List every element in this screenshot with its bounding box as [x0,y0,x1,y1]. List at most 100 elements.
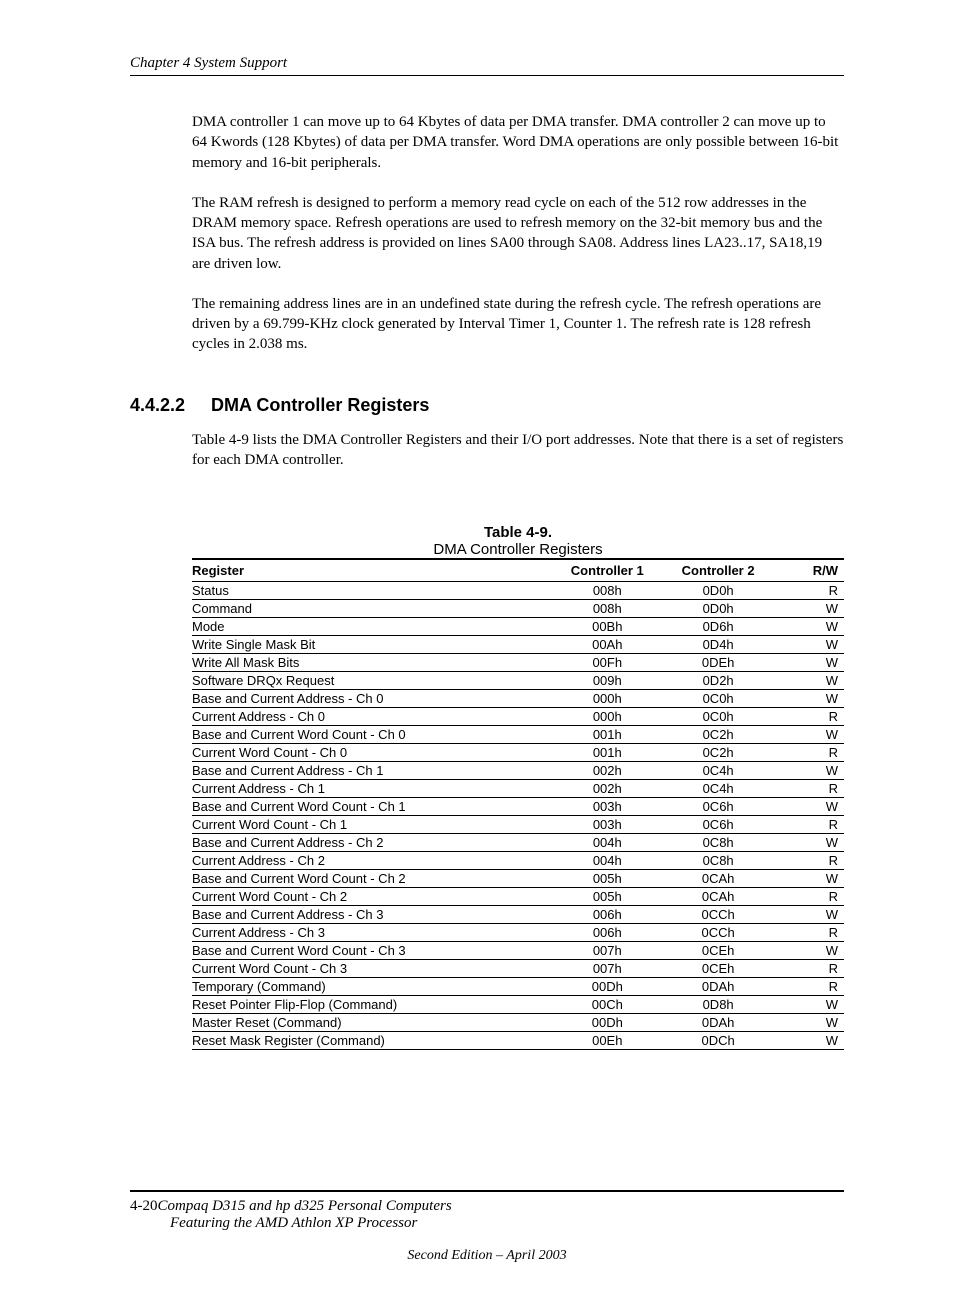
cell-controller-1: 003h [557,816,661,834]
cell-controller-2: 0C8h [661,852,778,870]
table-row: Base and Current Word Count - Ch 1003h0C… [192,798,844,816]
cell-controller-2: 0DAh [661,978,778,996]
cell-rw: W [779,942,844,960]
cell-rw: W [779,618,844,636]
table-row: Current Word Count - Ch 0001h0C2hR [192,744,844,762]
cell-controller-1: 006h [557,906,661,924]
cell-controller-2: 0D0h [661,600,778,618]
table-row: Base and Current Word Count - Ch 3007h0C… [192,942,844,960]
cell-rw: W [779,636,844,654]
cell-register: Mode [192,618,557,636]
cell-controller-2: 0D4h [661,636,778,654]
cell-rw: R [779,708,844,726]
table-row: Base and Current Address - Ch 3006h0CChW [192,906,844,924]
footer-title-1: Compaq D315 and hp d325 Personal Compute… [158,1198,452,1214]
cell-rw: W [779,834,844,852]
cell-controller-2: 0CCh [661,906,778,924]
cell-register: Base and Current Word Count - Ch 1 [192,798,557,816]
cell-rw: R [779,852,844,870]
cell-controller-2: 0DAh [661,1014,778,1032]
cell-controller-1: 007h [557,960,661,978]
cell-rw: R [779,780,844,798]
cell-controller-2: 0D8h [661,996,778,1014]
th-register: Register [192,559,557,582]
cell-register: Current Word Count - Ch 1 [192,816,557,834]
cell-controller-1: 008h [557,582,661,600]
cell-register: Base and Current Address - Ch 3 [192,906,557,924]
footer-edition: Second Edition – April 2003 [130,1248,844,1264]
table-row: Master Reset (Command)00Dh0DAhW [192,1014,844,1032]
cell-rw: W [779,1032,844,1050]
cell-controller-1: 00Bh [557,618,661,636]
table-row: Reset Pointer Flip-Flop (Command)00Ch0D8… [192,996,844,1014]
section-number: 4.4.2.2 [130,395,206,416]
cell-rw: R [779,960,844,978]
cell-rw: R [779,816,844,834]
cell-controller-1: 004h [557,852,661,870]
cell-controller-1: 003h [557,798,661,816]
cell-controller-2: 0C4h [661,762,778,780]
table-row: Base and Current Address - Ch 2004h0C8hW [192,834,844,852]
cell-controller-1: 002h [557,780,661,798]
table-row: Reset Mask Register (Command)00Eh0DChW [192,1032,844,1050]
page-number: 4-20 [130,1198,158,1214]
table-row: Current Address - Ch 0000h0C0hR [192,708,844,726]
cell-controller-2: 0C2h [661,744,778,762]
cell-register: Current Address - Ch 1 [192,780,557,798]
table-row: Write Single Mask Bit00Ah0D4hW [192,636,844,654]
table-row: Software DRQx Request009h0D2hW [192,672,844,690]
cell-rw: W [779,906,844,924]
table-title: DMA Controller Registers [433,541,602,558]
table-row: Current Address - Ch 1002h0C4hR [192,780,844,798]
cell-rw: R [779,582,844,600]
cell-controller-1: 005h [557,870,661,888]
cell-controller-2: 0C0h [661,708,778,726]
body-paragraph: DMA controller 1 can move up to 64 Kbyte… [192,112,844,173]
cell-controller-2: 0DEh [661,654,778,672]
table-row: Current Address - Ch 3006h0CChR [192,924,844,942]
section-title: DMA Controller Registers [211,395,429,415]
table-row: Mode00Bh0D6hW [192,618,844,636]
cell-controller-1: 009h [557,672,661,690]
cell-register: Base and Current Word Count - Ch 0 [192,726,557,744]
cell-rw: W [779,762,844,780]
cell-register: Status [192,582,557,600]
body-paragraph: The remaining address lines are in an un… [192,294,844,355]
th-rw: R/W [779,559,844,582]
cell-rw: W [779,1014,844,1032]
th-controller-2: Controller 2 [661,559,778,582]
cell-register: Write Single Mask Bit [192,636,557,654]
table-row: Current Word Count - Ch 2005h0CAhR [192,888,844,906]
cell-controller-2: 0C6h [661,798,778,816]
cell-rw: W [779,654,844,672]
cell-controller-1: 000h [557,690,661,708]
table-row: Base and Current Word Count - Ch 0001h0C… [192,726,844,744]
cell-controller-2: 0CCh [661,924,778,942]
cell-controller-1: 006h [557,924,661,942]
cell-controller-1: 00Eh [557,1032,661,1050]
cell-controller-2: 0C8h [661,834,778,852]
table-number: Table 4-9. [192,524,844,541]
cell-register: Current Word Count - Ch 2 [192,888,557,906]
cell-register: Reset Pointer Flip-Flop (Command) [192,996,557,1014]
cell-register: Base and Current Word Count - Ch 3 [192,942,557,960]
table-row: Base and Current Word Count - Ch 2005h0C… [192,870,844,888]
body-paragraph: The RAM refresh is designed to perform a… [192,193,844,274]
cell-controller-1: 00Dh [557,978,661,996]
cell-register: Base and Current Address - Ch 2 [192,834,557,852]
cell-register: Current Address - Ch 3 [192,924,557,942]
cell-controller-2: 0CEh [661,960,778,978]
cell-controller-2: 0C4h [661,780,778,798]
cell-controller-1: 00Ch [557,996,661,1014]
dma-registers-table: Register Controller 1 Controller 2 R/W S… [192,558,844,1050]
cell-controller-1: 004h [557,834,661,852]
table-row: Base and Current Address - Ch 1002h0C4hW [192,762,844,780]
cell-rw: W [779,870,844,888]
table-row: Status008h0D0hR [192,582,844,600]
cell-controller-2: 0CAh [661,870,778,888]
footer-title-2: Featuring the AMD Athlon XP Processor [130,1215,844,1232]
cell-register: Reset Mask Register (Command) [192,1032,557,1050]
cell-controller-1: 000h [557,708,661,726]
cell-controller-1: 001h [557,726,661,744]
cell-rw: W [779,690,844,708]
